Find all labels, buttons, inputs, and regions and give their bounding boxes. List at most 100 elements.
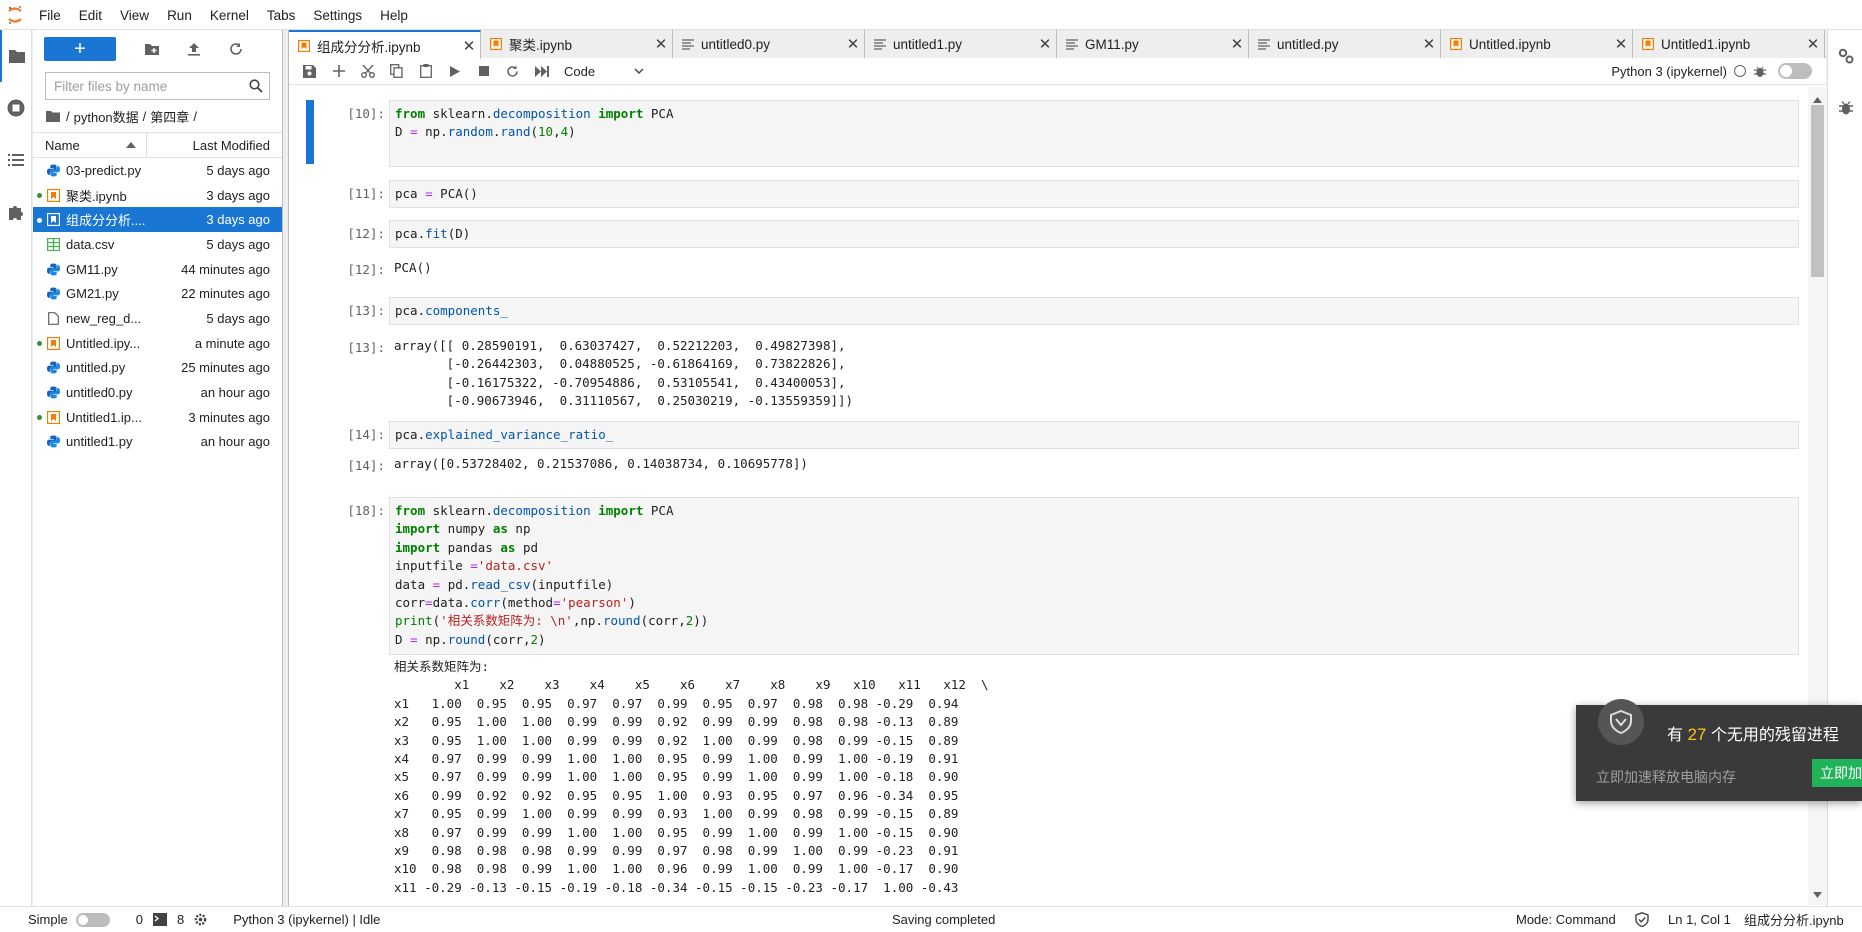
simple-mode-toggle[interactable] [75, 912, 110, 927]
cell-output: array([[ 0.28590191, 0.63037427, 0.52212… [389, 337, 1799, 411]
cell-editor[interactable]: pca = PCA() [389, 180, 1799, 208]
insert-cell-icon[interactable] [324, 59, 353, 83]
copy-icon[interactable] [382, 59, 411, 83]
simple-mode-switch[interactable]: Simple [28, 912, 110, 927]
cell-editor[interactable]: pca.components_ [389, 297, 1799, 325]
restart-run-all-icon[interactable] [527, 59, 556, 83]
modified-column-header[interactable]: Last Modified [147, 138, 282, 153]
scrollbar-thumb[interactable] [1811, 105, 1824, 277]
debugger-panel-icon[interactable] [1828, 82, 1862, 134]
file-list-item[interactable]: GM11.py 44 minutes ago [33, 257, 282, 282]
close-icon[interactable]: ✕ [650, 35, 672, 53]
debugger-toggle[interactable] [1778, 63, 1812, 79]
menu-kernel[interactable]: Kernel [201, 0, 258, 30]
cell-editor[interactable]: pca.explained_variance_ratio_ [389, 421, 1799, 449]
file-list-item[interactable]: data.csv 5 days ago [33, 232, 282, 257]
cell-editor[interactable]: from sklearn.decomposition import PCA im… [389, 497, 1799, 655]
code-cell-13[interactable]: [13]: pca.components_ [13]: array([[ 0.2… [289, 297, 1799, 417]
file-list-item[interactable]: Untitled1.ip... 3 minutes ago [33, 405, 282, 430]
home-folder-icon[interactable] [46, 110, 60, 122]
cleanup-notification-popup[interactable]: 有 27 个无用的残留进程 立即加速释放电脑内存 立即加 [1576, 699, 1862, 801]
document-tab[interactable]: Untitled1.ipynb ✕ [1633, 30, 1825, 58]
table-of-contents-icon[interactable] [0, 134, 32, 186]
code-cell-11[interactable]: [11]: pca = PCA() [289, 180, 1799, 208]
file-list-item[interactable]: 组成分分析.... 3 days ago [33, 207, 282, 233]
file-filter-input[interactable] [54, 78, 249, 94]
breadcrumb-python-data[interactable]: python数据 [74, 107, 139, 126]
trusted-shield-icon[interactable] [1635, 912, 1649, 927]
cursor-position[interactable]: Ln 1, Col 1 [1668, 912, 1731, 927]
file-list-item[interactable]: untitled1.py an hour ago [33, 430, 282, 455]
scroll-up-icon[interactable] [1813, 91, 1822, 106]
file-list-item[interactable]: Untitled.ipy... a minute ago [33, 331, 282, 356]
close-icon[interactable]: ✕ [458, 37, 480, 55]
file-name: GM11.py [66, 261, 118, 277]
running-indicator-icon [37, 413, 45, 421]
file-list-item[interactable]: 聚类.ipynb 3 days ago [33, 183, 282, 208]
speed-up-button[interactable]: 立即加 [1812, 759, 1862, 787]
close-icon[interactable]: ✕ [1226, 35, 1248, 53]
menu-file[interactable]: File [30, 0, 70, 30]
document-tab[interactable]: untitled.py ✕ [1249, 30, 1441, 58]
output-line: x10 0.98 0.98 0.99 1.00 1.00 0.96 0.99 1… [394, 861, 959, 877]
scroll-down-icon[interactable] [1813, 886, 1822, 901]
document-tab[interactable]: Untitled.ipynb ✕ [1441, 30, 1633, 58]
document-tab[interactable]: 组成分分析.ipynb ✕ [289, 30, 481, 59]
file-modified: 22 minutes ago [181, 286, 270, 302]
new-launcher-button[interactable]: + [44, 37, 116, 61]
code-cell-10[interactable]: [10]: from sklearn.decomposition import … [289, 100, 1799, 172]
file-modified: 25 minutes ago [181, 360, 270, 376]
file-filter-field[interactable] [45, 72, 270, 100]
new-folder-icon[interactable] [136, 37, 168, 61]
breadcrumb-chapter4[interactable]: 第四章 [150, 107, 189, 126]
file-name: data.csv [66, 236, 115, 252]
interrupt-kernel-icon[interactable] [469, 59, 498, 83]
file-list-item[interactable]: untitled0.py an hour ago [33, 380, 282, 405]
kernel-status[interactable]: Python 3 (ipykernel) | Idle [233, 912, 380, 927]
file-list-item[interactable]: GM21.py 22 minutes ago [33, 281, 282, 306]
save-icon[interactable] [295, 59, 324, 83]
menu-edit[interactable]: Edit [70, 0, 111, 30]
running-terminals-status[interactable]: 0 8 [136, 912, 207, 927]
code-cell-12[interactable]: [12]: pca.fit(D) [12]: PCA() [289, 220, 1799, 280]
popup-subtitle: 立即加速释放电脑内存 [1596, 769, 1736, 785]
close-icon[interactable]: ✕ [842, 35, 864, 53]
menu-help[interactable]: Help [371, 0, 417, 30]
menu-tabs[interactable]: Tabs [258, 0, 305, 30]
breadcrumb-sep: / [193, 108, 197, 124]
close-icon[interactable]: ✕ [1610, 35, 1632, 53]
notebook-file-icon [46, 213, 60, 227]
close-icon[interactable]: ✕ [1418, 35, 1440, 53]
file-list-item[interactable]: 03-predict.py 5 days ago [33, 158, 282, 183]
close-icon[interactable]: ✕ [1802, 35, 1824, 53]
code-cell-14[interactable]: [14]: pca.explained_variance_ratio_ [14]… [289, 421, 1799, 481]
cut-icon[interactable] [353, 59, 382, 83]
output-line: x8 0.97 0.99 0.99 1.00 1.00 0.95 0.99 1.… [394, 824, 959, 840]
paste-icon[interactable] [411, 59, 440, 83]
close-icon[interactable]: ✕ [1034, 35, 1056, 53]
refresh-icon[interactable] [220, 37, 252, 61]
menu-run[interactable]: Run [158, 0, 201, 30]
debugger-bug-icon[interactable] [1754, 65, 1766, 78]
document-tab[interactable]: GM11.py ✕ [1057, 30, 1249, 58]
document-tab[interactable]: untitled0.py ✕ [673, 30, 865, 58]
document-tab[interactable]: untitled1.py ✕ [865, 30, 1057, 58]
upload-icon[interactable] [178, 37, 210, 61]
run-icon[interactable] [440, 59, 469, 83]
file-list-item[interactable]: untitled.py 25 minutes ago [33, 356, 282, 381]
restart-kernel-icon[interactable] [498, 59, 527, 83]
cell-editor[interactable]: pca.fit(D) [389, 220, 1799, 248]
code-cell-18[interactable]: [18]: from sklearn.decomposition import … [289, 497, 1799, 905]
cell-editor[interactable]: from sklearn.decomposition import PCA D … [389, 100, 1799, 167]
cell-type-dropdown[interactable]: Code [564, 60, 644, 82]
kernel-name-button[interactable]: Python 3 (ipykernel) [1611, 64, 1727, 79]
property-inspector-gears-icon[interactable] [1828, 30, 1862, 82]
menu-settings[interactable]: Settings [304, 0, 371, 30]
file-list-item[interactable]: new_reg_d... 5 days ago [33, 306, 282, 331]
running-sessions-icon[interactable] [0, 82, 32, 134]
extension-manager-icon[interactable] [0, 186, 32, 238]
file-browser-tab-icon[interactable] [0, 30, 32, 82]
name-column-header[interactable]: Name [33, 132, 147, 158]
document-tab[interactable]: 聚类.ipynb ✕ [481, 30, 673, 58]
menu-view[interactable]: View [111, 0, 158, 30]
